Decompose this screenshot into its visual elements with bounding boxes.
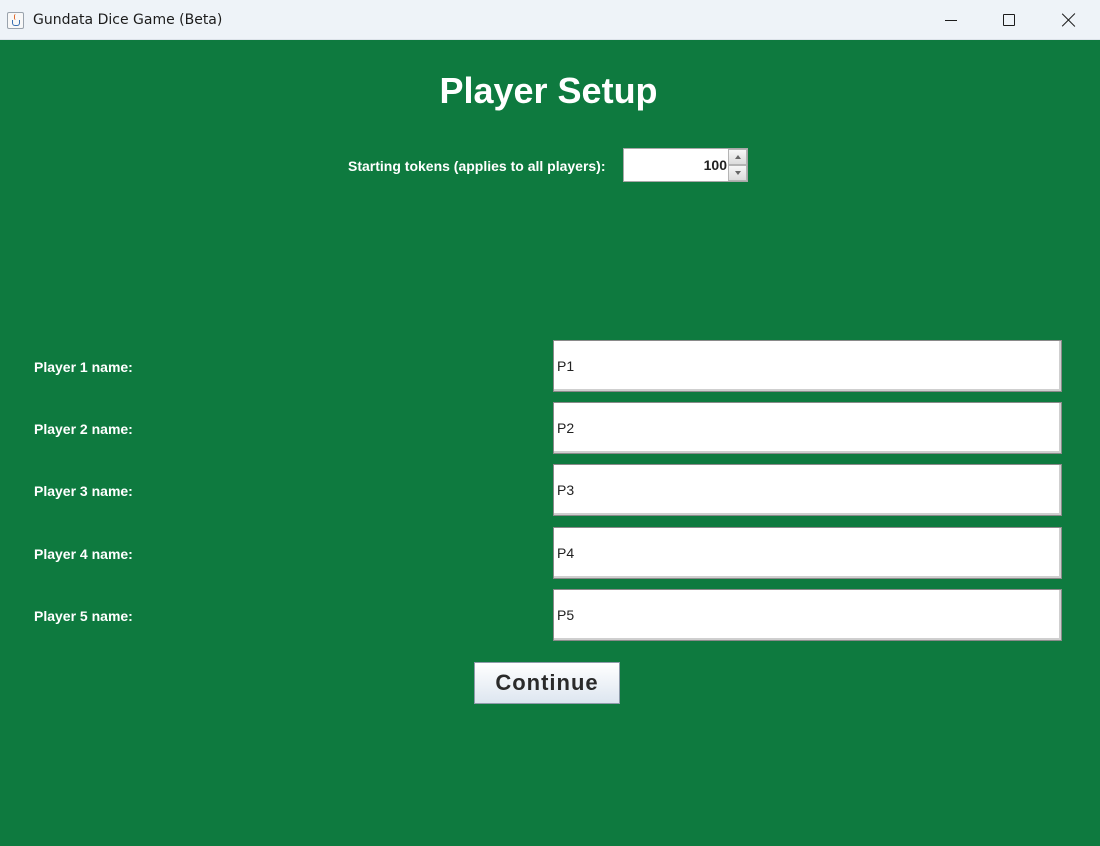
player-3-name-input[interactable]	[553, 464, 1062, 516]
minimize-icon	[945, 19, 957, 21]
starting-tokens-label: Starting tokens (applies to all players)…	[348, 158, 606, 174]
player-5-name-input[interactable]	[553, 589, 1062, 641]
player-4-name-input[interactable]	[553, 527, 1062, 579]
player-4-label: Player 4 name:	[34, 546, 133, 562]
player-row-1: Player 1 name:	[0, 340, 1100, 392]
player-1-name-input[interactable]	[553, 340, 1062, 392]
player-row-5: Player 5 name:	[0, 589, 1100, 641]
window-title: Gundata Dice Game (Beta)	[33, 12, 223, 28]
maximize-icon	[1003, 14, 1015, 26]
close-icon	[1062, 13, 1076, 27]
player-2-label: Player 2 name:	[34, 421, 133, 437]
arrow-up-icon	[734, 155, 741, 159]
player-2-name-input[interactable]	[553, 402, 1062, 454]
minimize-button[interactable]	[922, 0, 980, 40]
player-3-label: Player 3 name:	[34, 483, 133, 499]
player-row-2: Player 2 name:	[0, 402, 1100, 454]
app-window: Gundata Dice Game (Beta) Player Setup St…	[0, 0, 1100, 846]
setup-panel: Player Setup Starting tokens (applies to…	[0, 40, 1100, 846]
page-title: Player Setup	[439, 70, 658, 111]
player-row-4: Player 4 name:	[0, 527, 1100, 579]
java-app-icon	[7, 12, 24, 29]
player-1-label: Player 1 name:	[34, 359, 133, 375]
spinner-increment-button[interactable]	[728, 149, 747, 165]
close-button[interactable]	[1040, 0, 1098, 40]
maximize-button[interactable]	[980, 0, 1038, 40]
player-5-label: Player 5 name:	[34, 608, 133, 624]
starting-tokens-value[interactable]: 100	[624, 149, 727, 181]
player-row-3: Player 3 name:	[0, 464, 1100, 516]
spinner-decrement-button[interactable]	[728, 165, 747, 181]
continue-button[interactable]: Continue	[474, 662, 620, 704]
arrow-down-icon	[734, 171, 741, 175]
starting-tokens-spinner[interactable]: 100	[623, 148, 748, 182]
title-bar[interactable]: Gundata Dice Game (Beta)	[0, 0, 1100, 40]
